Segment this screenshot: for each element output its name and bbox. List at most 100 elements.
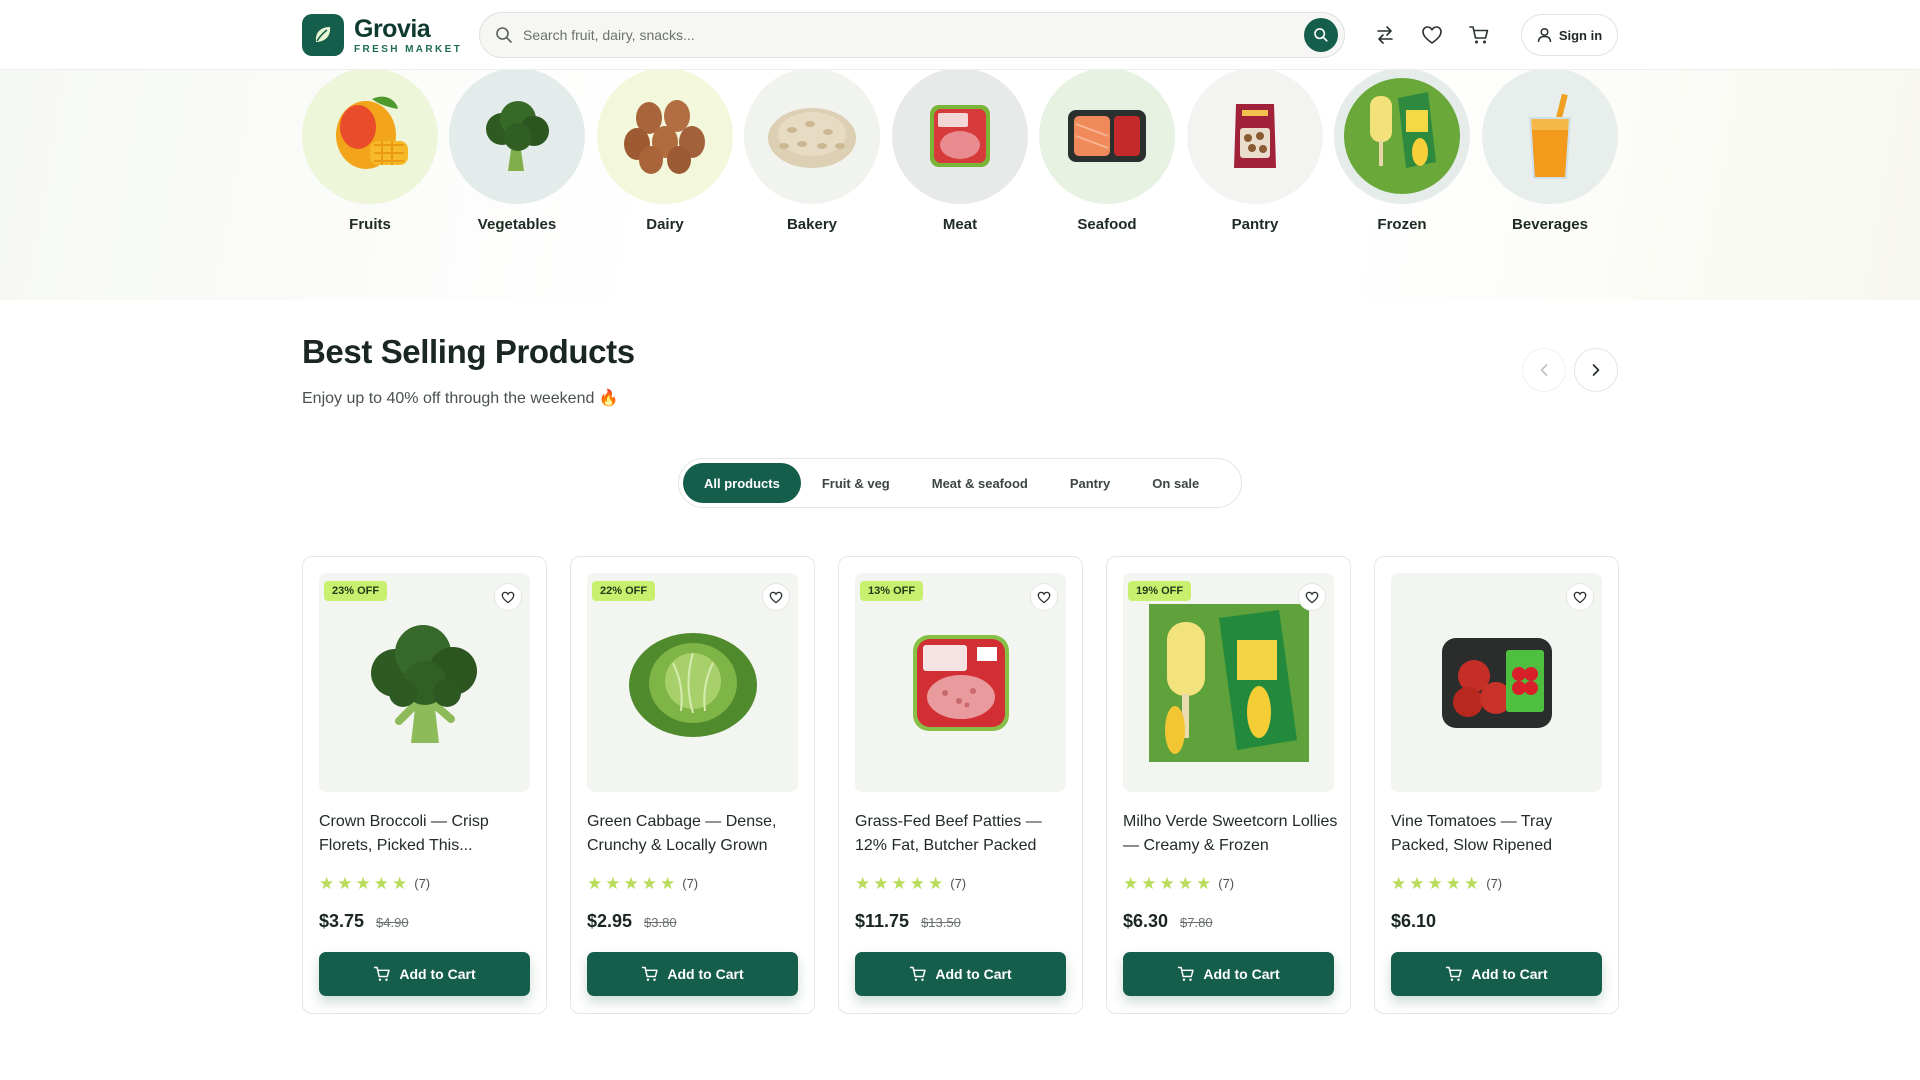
product-image-area[interactable]: 13% OFF bbox=[855, 573, 1066, 792]
add-to-cart-button[interactable]: Add to Cart bbox=[1391, 952, 1602, 996]
discount-badge: 23% OFF bbox=[324, 581, 388, 601]
category-image-dairy bbox=[597, 68, 733, 204]
category-label: Vegetables bbox=[477, 216, 557, 233]
original-price: $13.50 bbox=[921, 915, 961, 930]
category-image-meat bbox=[892, 68, 1028, 204]
product-name[interactable]: Vine Tomatoes — Tray Packed, Slow Ripene… bbox=[1391, 810, 1606, 858]
add-to-cart-button[interactable]: Add to Cart bbox=[587, 952, 798, 996]
tab-on-sale[interactable]: On sale bbox=[1131, 463, 1220, 503]
product-card[interactable]: 13% OFF Grass-Fed Beef Patties — 12% Fat… bbox=[838, 556, 1083, 1014]
star-icon: ★ bbox=[1391, 874, 1407, 893]
category-meat[interactable]: Meat bbox=[892, 68, 1028, 233]
star-icon: ★ bbox=[891, 874, 907, 893]
star-icon: ★ bbox=[623, 874, 639, 893]
category-image-fruits bbox=[302, 68, 438, 204]
tab-all-products[interactable]: All products bbox=[683, 463, 801, 503]
tab-fruit-veg[interactable]: Fruit & veg bbox=[801, 463, 911, 503]
search-submit-button[interactable] bbox=[1304, 18, 1338, 52]
category-vegetables[interactable]: Vegetables bbox=[449, 68, 585, 233]
cart-icon bbox=[642, 966, 659, 981]
product-name[interactable]: Milho Verde Sweetcorn Lollies — Creamy &… bbox=[1123, 810, 1338, 858]
add-to-cart-label: Add to Cart bbox=[399, 966, 476, 982]
search-icon bbox=[495, 26, 513, 44]
product-card[interactable]: Vine Tomatoes — Tray Packed, Slow Ripene… bbox=[1374, 556, 1619, 1014]
product-image-area[interactable]: 19% OFF bbox=[1123, 573, 1334, 792]
product-image-area[interactable]: 23% OFF bbox=[319, 573, 530, 792]
carousel-next-button[interactable] bbox=[1574, 348, 1618, 392]
wishlist-heart-icon[interactable] bbox=[1030, 583, 1058, 611]
add-to-cart-label: Add to Cart bbox=[935, 966, 1012, 982]
product-card[interactable]: 19% OFF Milho Verde Sweetcorn Lollies — … bbox=[1106, 556, 1351, 1014]
wishlist-heart-icon[interactable] bbox=[494, 583, 522, 611]
cart-icon bbox=[1446, 966, 1463, 981]
broccoli-image bbox=[486, 101, 549, 171]
search-input[interactable] bbox=[523, 27, 1304, 43]
seafood-tray-image bbox=[1068, 110, 1146, 162]
original-price: $4.90 bbox=[376, 915, 409, 930]
star-icon: ★ bbox=[928, 874, 944, 893]
category-label: Frozen bbox=[1377, 216, 1427, 233]
category-dairy[interactable]: Dairy bbox=[597, 68, 733, 233]
rating-count: (7) bbox=[950, 876, 967, 891]
category-image-beverages bbox=[1482, 68, 1618, 204]
tab-pantry[interactable]: Pantry bbox=[1049, 463, 1131, 503]
category-seafood[interactable]: Seafood bbox=[1039, 68, 1175, 233]
category-pantry[interactable]: Pantry bbox=[1187, 68, 1323, 233]
cart-icon bbox=[374, 966, 391, 981]
category-image-pantry bbox=[1187, 68, 1323, 204]
add-to-cart-label: Add to Cart bbox=[1471, 966, 1548, 982]
category-frozen[interactable]: Frozen bbox=[1334, 68, 1470, 233]
rating-count: (7) bbox=[682, 876, 699, 891]
star-icon: ★ bbox=[1409, 874, 1425, 893]
cart-icon bbox=[1178, 966, 1195, 981]
category-image-bakery bbox=[744, 68, 880, 204]
wishlist-heart-icon[interactable] bbox=[1566, 583, 1594, 611]
broccoli-image bbox=[370, 624, 477, 743]
brand-name: Grovia bbox=[354, 14, 431, 43]
category-label: Pantry bbox=[1231, 216, 1279, 233]
star-icon: ★ bbox=[1427, 874, 1443, 893]
add-to-cart-button[interactable]: Add to Cart bbox=[855, 952, 1066, 996]
rating-stars: ★ ★ ★ ★ ★ (7) bbox=[319, 875, 430, 892]
category-label: Seafood bbox=[1077, 216, 1137, 233]
leaf-icon bbox=[302, 14, 344, 56]
category-fruits[interactable]: Fruits bbox=[302, 68, 438, 233]
carousel-prev-button[interactable] bbox=[1522, 348, 1566, 392]
product-card[interactable]: 23% OFF Crown Broccoli — Crisp Florets, … bbox=[302, 556, 547, 1014]
category-label: Fruits bbox=[349, 216, 391, 233]
star-icon: ★ bbox=[660, 874, 676, 893]
sign-in-button[interactable]: Sign in bbox=[1521, 14, 1618, 56]
tab-meat-seafood[interactable]: Meat & seafood bbox=[911, 463, 1049, 503]
product-name[interactable]: Grass-Fed Beef Patties — 12% Fat, Butche… bbox=[855, 810, 1070, 858]
current-price: $11.75 bbox=[855, 911, 910, 931]
add-to-cart-button[interactable]: Add to Cart bbox=[319, 952, 530, 996]
star-icon: ★ bbox=[1196, 874, 1212, 893]
product-image-area[interactable] bbox=[1391, 573, 1602, 792]
meat-pack-image bbox=[930, 105, 990, 167]
product-name[interactable]: Crown Broccoli — Crisp Florets, Picked T… bbox=[319, 810, 534, 858]
wishlist-heart-icon[interactable] bbox=[1298, 583, 1326, 611]
product-name[interactable]: Green Cabbage — Dense, Crunchy & Locally… bbox=[587, 810, 802, 858]
product-image-area[interactable]: 22% OFF bbox=[587, 573, 798, 792]
rating-stars: ★ ★ ★ ★ ★ (7) bbox=[587, 875, 698, 892]
current-price: $6.10 bbox=[1391, 911, 1437, 931]
original-price: $7.80 bbox=[1180, 915, 1213, 930]
category-beverages[interactable]: Beverages bbox=[1482, 68, 1618, 233]
star-icon: ★ bbox=[1445, 874, 1461, 893]
product-card[interactable]: 22% OFF Green Cabbage — Dense, Crunchy &… bbox=[570, 556, 815, 1014]
wishlist-heart-icon[interactable] bbox=[762, 583, 790, 611]
star-icon: ★ bbox=[641, 874, 657, 893]
discount-badge: 19% OFF bbox=[1128, 581, 1192, 601]
heart-icon[interactable] bbox=[1420, 23, 1444, 47]
tomato-tray-image bbox=[1441, 637, 1552, 728]
cart-icon[interactable] bbox=[1467, 23, 1491, 47]
add-to-cart-button[interactable]: Add to Cart bbox=[1123, 952, 1334, 996]
category-bakery[interactable]: Bakery bbox=[744, 68, 880, 233]
rating-count: (7) bbox=[1486, 876, 1503, 891]
brand-logo[interactable]: Grovia FRESH MARKET bbox=[302, 14, 462, 56]
rating-count: (7) bbox=[414, 876, 431, 891]
category-image-vegetables bbox=[449, 68, 585, 204]
star-icon: ★ bbox=[1123, 874, 1139, 893]
star-icon: ★ bbox=[909, 874, 925, 893]
compare-icon[interactable] bbox=[1373, 23, 1397, 47]
